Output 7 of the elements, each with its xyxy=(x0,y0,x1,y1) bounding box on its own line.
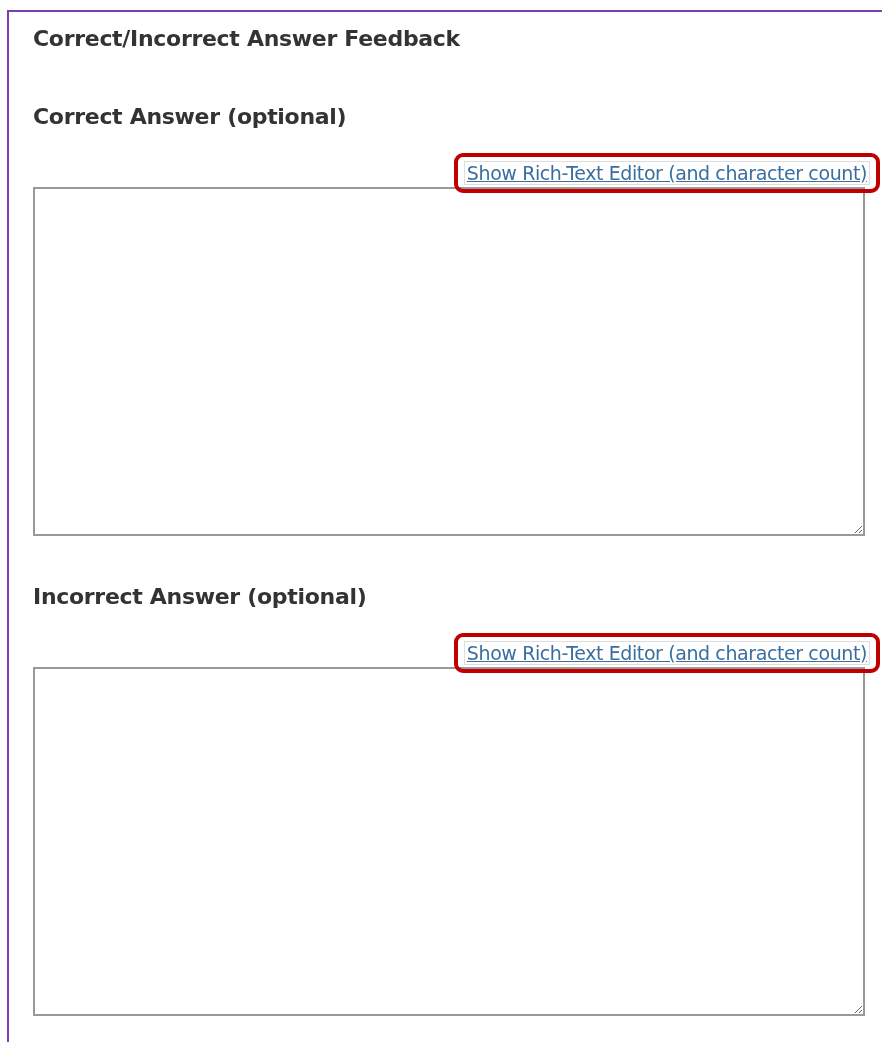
rich-text-editor-link[interactable]: Show Rich-Text Editor (and character count) xyxy=(463,160,870,185)
section-title: Correct/Incorrect Answer Feedback xyxy=(33,26,461,53)
rich-text-editor-link[interactable]: Show Rich-Text Editor (and character count) xyxy=(463,640,870,665)
answer-field[interactable] xyxy=(33,187,865,537)
field-label: Incorrect Answer (optional) xyxy=(33,584,368,611)
field-label: Correct Answer (optional) xyxy=(33,104,348,131)
answer-field[interactable] xyxy=(33,667,865,1017)
